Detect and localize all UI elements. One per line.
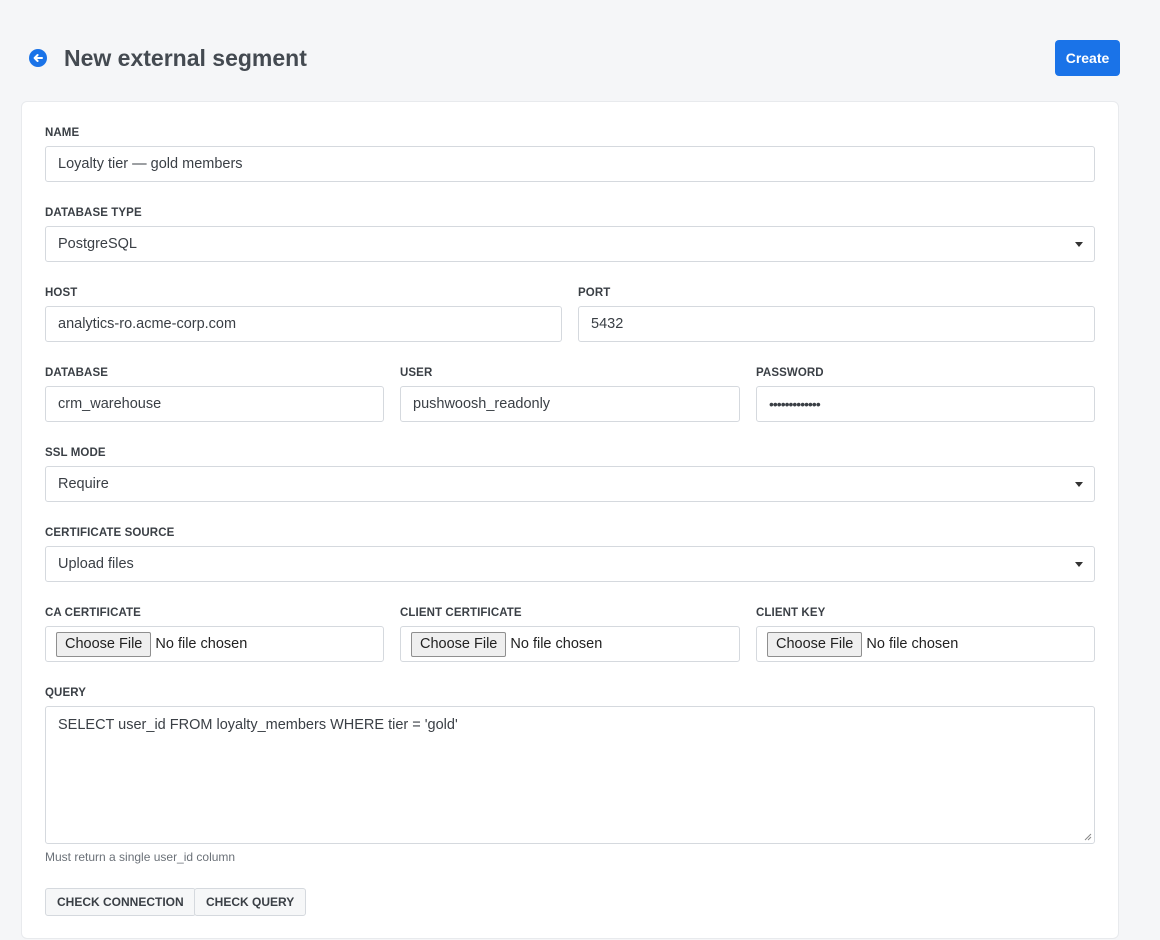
host-input[interactable]: analytics-ro.acme-corp.com bbox=[45, 306, 562, 342]
ssl-mode-field: SSL MODE Require bbox=[45, 445, 1095, 502]
ca-certificate-file-input[interactable]: Choose File No file chosen bbox=[45, 626, 384, 662]
name-label: NAME bbox=[45, 127, 80, 139]
query-label: QUERY bbox=[45, 687, 86, 699]
page-title: New external segment bbox=[64, 45, 307, 71]
certificate-source-field: CERTIFICATE SOURCE Upload files bbox=[45, 525, 1095, 582]
caret-down-icon bbox=[1075, 562, 1083, 567]
name-value: Loyalty tier — gold members bbox=[58, 156, 243, 172]
client-key-file-input[interactable]: Choose File No file chosen bbox=[756, 626, 1095, 662]
client-certificate-file-input[interactable]: Choose File No file chosen bbox=[400, 626, 740, 662]
host-value: analytics-ro.acme-corp.com bbox=[58, 316, 237, 332]
page-header: New external segment Create bbox=[0, 0, 1160, 100]
ssl-mode-select[interactable]: Require bbox=[45, 466, 1095, 502]
caret-down-icon bbox=[1075, 482, 1083, 487]
query-value: SELECT user_id FROM loyalty_members WHER… bbox=[58, 717, 458, 733]
user-field: USER pushwoosh_readonly bbox=[400, 365, 740, 422]
query-textarea[interactable]: SELECT user_id FROM loyalty_members WHER… bbox=[45, 706, 1095, 844]
database-label: DATABASE bbox=[45, 367, 108, 379]
port-value: 5432 bbox=[591, 316, 624, 332]
name-field: NAME Loyalty tier — gold members bbox=[45, 125, 1095, 182]
database-type-select[interactable]: PostgreSQL bbox=[45, 226, 1095, 262]
client-certificate-choose-button[interactable]: Choose File bbox=[411, 631, 507, 657]
user-input[interactable]: pushwoosh_readonly bbox=[400, 386, 740, 422]
database-type-field: DATABASE TYPE PostgreSQL bbox=[45, 205, 1095, 262]
host-field: HOST analytics-ro.acme-corp.com bbox=[45, 285, 562, 342]
client-key-status: No file chosen bbox=[866, 636, 959, 652]
port-label: PORT bbox=[578, 287, 611, 299]
caret-down-icon bbox=[1075, 242, 1083, 247]
check-connection-button[interactable]: CHECK CONNECTION bbox=[45, 888, 196, 916]
segment-form-card: NAME Loyalty tier — gold members DATABAS… bbox=[21, 101, 1119, 939]
query-hint: Must return a single user_id column bbox=[45, 850, 236, 864]
resize-handle-icon[interactable] bbox=[1084, 833, 1092, 841]
ssl-mode-value: Require bbox=[58, 476, 109, 492]
query-field: QUERY SELECT user_id FROM loyalty_member… bbox=[45, 685, 1095, 864]
ca-certificate-field: CA CERTIFICATE Choose File No file chose… bbox=[45, 605, 384, 662]
name-input[interactable]: Loyalty tier — gold members bbox=[45, 146, 1095, 182]
client-certificate-status: No file chosen bbox=[510, 636, 603, 652]
database-type-label: DATABASE TYPE bbox=[45, 207, 142, 219]
database-input[interactable]: crm_warehouse bbox=[45, 386, 384, 422]
certificate-source-select[interactable]: Upload files bbox=[45, 546, 1095, 582]
back-arrow-icon[interactable] bbox=[29, 49, 47, 67]
client-key-choose-button[interactable]: Choose File bbox=[767, 631, 863, 657]
port-field: PORT 5432 bbox=[578, 285, 1095, 342]
client-certificate-field: CLIENT CERTIFICATE Choose File No file c… bbox=[400, 605, 740, 662]
database-type-value: PostgreSQL bbox=[58, 236, 137, 252]
user-value: pushwoosh_readonly bbox=[413, 396, 551, 412]
client-certificate-label: CLIENT CERTIFICATE bbox=[400, 607, 522, 619]
database-value: crm_warehouse bbox=[58, 396, 162, 412]
database-field: DATABASE crm_warehouse bbox=[45, 365, 384, 422]
password-field: PASSWORD ••••••••••••• bbox=[756, 365, 1095, 422]
ca-certificate-label: CA CERTIFICATE bbox=[45, 607, 141, 619]
ssl-mode-label: SSL MODE bbox=[45, 447, 106, 459]
password-input[interactable]: ••••••••••••• bbox=[756, 386, 1095, 422]
password-value: ••••••••••••• bbox=[769, 396, 821, 412]
host-label: HOST bbox=[45, 287, 78, 299]
port-input[interactable]: 5432 bbox=[578, 306, 1095, 342]
certificate-source-label: CERTIFICATE SOURCE bbox=[45, 527, 175, 539]
ca-certificate-status: No file chosen bbox=[155, 636, 248, 652]
ca-certificate-choose-button[interactable]: Choose File bbox=[56, 631, 152, 657]
client-key-field: CLIENT KEY Choose File No file chosen bbox=[756, 605, 1095, 662]
client-key-label: CLIENT KEY bbox=[756, 607, 826, 619]
password-label: PASSWORD bbox=[756, 367, 824, 379]
certificate-source-value: Upload files bbox=[58, 556, 134, 572]
user-label: USER bbox=[400, 367, 433, 379]
check-query-button[interactable]: CHECK QUERY bbox=[194, 888, 307, 916]
create-button[interactable]: Create bbox=[1055, 40, 1120, 76]
